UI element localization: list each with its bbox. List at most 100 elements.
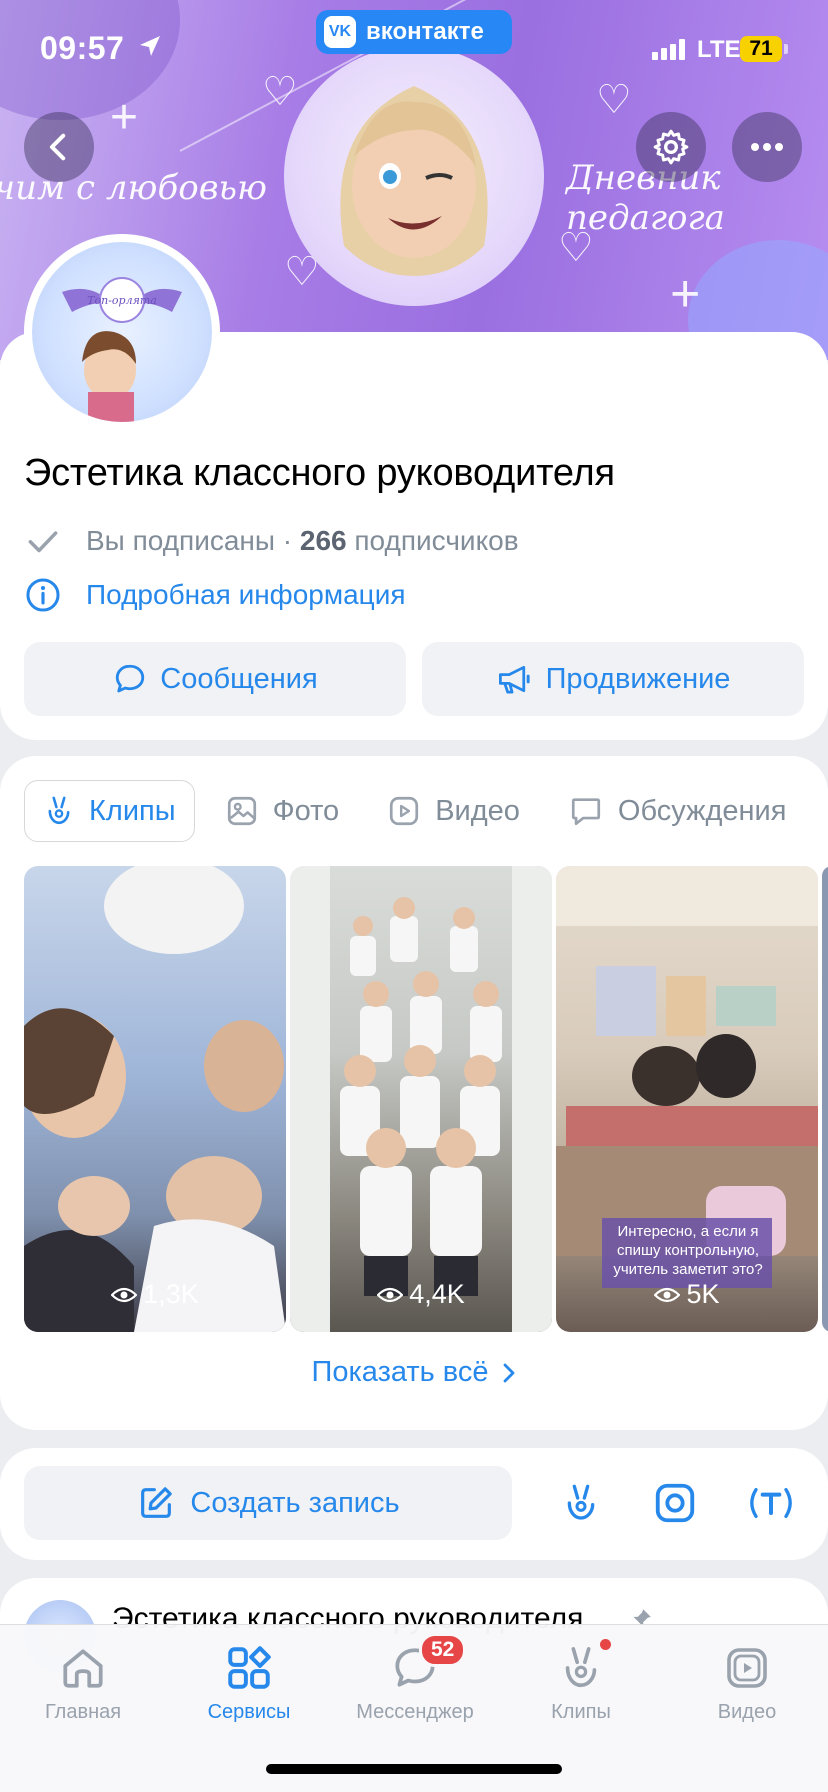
info-icon	[26, 578, 60, 612]
clip-views-count: 1,3K	[143, 1279, 199, 1309]
plus-icon: +	[110, 91, 139, 144]
clip-thumbnail-partial[interactable]	[822, 866, 828, 1332]
message-icon	[112, 661, 148, 697]
tab-video[interactable]: Видео	[369, 780, 538, 842]
details-link-label: Подробная информация	[86, 579, 406, 610]
community-title: Эстетика классного руководителя	[24, 452, 615, 494]
check-icon	[28, 531, 58, 553]
clock: 09:57	[40, 30, 125, 66]
create-post-label: Создать запись	[190, 1486, 400, 1519]
eye-icon	[654, 1286, 681, 1304]
home-icon	[58, 1639, 108, 1697]
tab-messenger-label: Мессенджер	[356, 1701, 474, 1723]
community-logo-image: Топ-орлята	[62, 277, 182, 422]
subscription-status[interactable]: Вы подписаны · 266 подписчиков	[24, 522, 519, 560]
megaphone-icon	[496, 661, 534, 697]
services-icon	[224, 1639, 274, 1697]
tab-clips-label: Клипы	[89, 794, 176, 827]
location-arrow-icon	[140, 36, 160, 56]
tab-services[interactable]: Сервисы	[169, 1639, 329, 1724]
tab-video-nav[interactable]: Видео	[667, 1639, 827, 1724]
clip-views-count: 4,4K	[409, 1279, 465, 1309]
tab-photo-label: Фото	[272, 794, 340, 827]
clips-icon	[558, 1639, 611, 1697]
clips-icon	[567, 1484, 595, 1520]
content-tabs: Клипы Фото Видео Обсуждения	[24, 780, 816, 842]
clip-views: 1,3K	[24, 1279, 286, 1310]
clip-image	[24, 866, 286, 1332]
chevron-right-icon	[501, 1361, 517, 1385]
subscribers-label: подписчиков	[346, 525, 519, 556]
tab-photo[interactable]: Фото	[207, 780, 358, 842]
photo-icon	[225, 794, 259, 828]
tab-messenger[interactable]: 52 Мессенджер	[335, 1633, 495, 1724]
clip-image	[290, 866, 552, 1332]
svg-text:Топ-орлята: Топ-орлята	[87, 294, 157, 307]
create-post-section: Создать запись	[0, 1448, 828, 1560]
network-type: LTE	[697, 36, 741, 63]
vk-badge-label: вконтакте	[366, 18, 484, 45]
back-button[interactable]	[24, 112, 94, 182]
clip-thumbnail[interactable]: 1,3K	[24, 866, 286, 1332]
eye-icon	[111, 1286, 138, 1304]
promotion-button[interactable]: Продвижение	[422, 642, 804, 716]
signal-icon	[652, 38, 685, 60]
clips-icon	[43, 794, 75, 828]
clip-views-count: 5K	[686, 1279, 720, 1309]
heart-icon: ♡	[558, 226, 594, 270]
settings-button[interactable]	[636, 112, 706, 182]
camera-story-icon	[655, 1483, 695, 1523]
broadcast-icon	[750, 1488, 792, 1518]
tab-discussions[interactable]: Обсуждения	[550, 780, 805, 842]
new-clips-dot	[600, 1639, 611, 1650]
tab-discussions-label: Обсуждения	[617, 794, 787, 827]
tab-clips-nav-label: Клипы	[551, 1701, 611, 1723]
tab-video-nav-label: Видео	[717, 1701, 777, 1723]
plus-icon: +	[670, 265, 701, 323]
tab-services-label: Сервисы	[207, 1701, 291, 1723]
more-dots-icon	[751, 143, 783, 151]
status-bar: 09:57 VK вконтакте LTE 71	[0, 0, 828, 100]
tab-video-label: Видео	[435, 794, 520, 827]
show-all-label: Показать всё	[311, 1356, 489, 1388]
clip-views: 5K	[556, 1279, 818, 1310]
clip-views: 4,4K	[290, 1279, 552, 1310]
vk-app-badge[interactable]: VK вконтакте	[316, 10, 512, 54]
gear-icon	[653, 129, 689, 165]
create-clip-button[interactable]	[556, 1478, 606, 1528]
edit-icon	[136, 1483, 176, 1523]
battery-tip	[784, 44, 788, 54]
messages-label: Сообщения	[160, 662, 318, 695]
create-post-button[interactable]: Создать запись	[24, 1466, 512, 1540]
community-avatar[interactable]: Топ-орлята	[24, 234, 220, 430]
content-section: Клипы Фото Видео Обсуждения 1,3K 4,4K Ин…	[0, 756, 828, 1430]
details-link[interactable]: Подробная информация	[24, 576, 406, 614]
vk-logo-icon: VK	[324, 16, 356, 48]
messenger-icon: 52	[389, 1633, 467, 1697]
promotion-label: Продвижение	[545, 662, 731, 695]
messages-button[interactable]: Сообщения	[24, 642, 406, 716]
tab-clips-nav[interactable]: Клипы	[501, 1639, 661, 1724]
discussion-icon	[568, 794, 604, 828]
tab-clips[interactable]: Клипы	[24, 780, 195, 842]
show-all-link[interactable]: Показать всё	[0, 1356, 828, 1389]
home-indicator	[266, 1764, 562, 1774]
create-story-button[interactable]	[650, 1478, 700, 1528]
eye-icon	[377, 1286, 404, 1304]
tab-home[interactable]: Главная	[3, 1639, 163, 1724]
subscribers-count: 266	[299, 525, 347, 556]
clip-thumbnail[interactable]: Интересно, а если я спишу контрольную, у…	[556, 866, 818, 1332]
clip-caption: Интересно, а если я спишу контрольную, у…	[613, 1223, 763, 1278]
subscribed-label: Вы подписаны	[86, 525, 275, 556]
video-icon	[387, 794, 421, 828]
battery-icon: 71	[740, 36, 782, 62]
unread-badge: 52	[419, 1633, 467, 1667]
start-broadcast-button[interactable]	[746, 1478, 796, 1528]
clip-thumbnail[interactable]: 4,4K	[290, 866, 552, 1332]
separator: ·	[275, 525, 300, 556]
more-button[interactable]	[732, 112, 802, 182]
community-page: чим с любовью Дневник педагога ♡ ♡ ♡ ♡ +…	[0, 0, 828, 1792]
chevron-left-icon	[49, 133, 66, 161]
subscription-text: Вы подписаны · 266 подписчиков	[86, 525, 519, 557]
video-icon	[723, 1639, 771, 1697]
